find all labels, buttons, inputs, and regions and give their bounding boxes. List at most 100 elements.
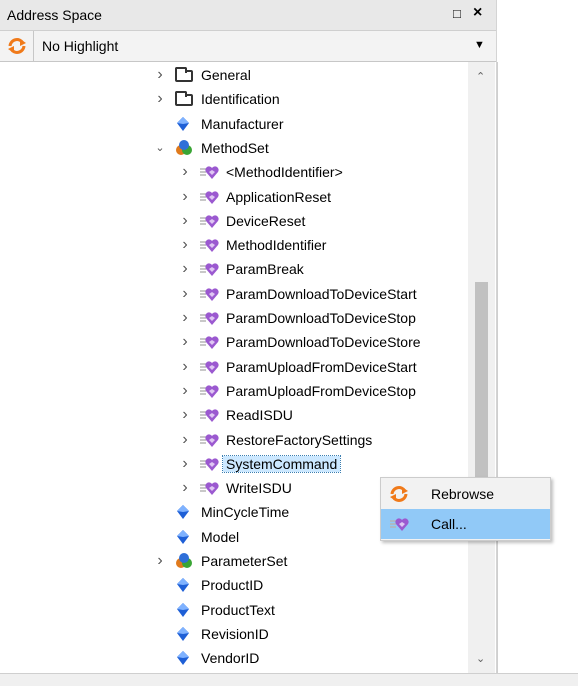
address-space-panel: Address Space □ × No Highlight ▼ › Genera…: [0, 0, 497, 673]
chevron-right-icon[interactable]: ›: [178, 309, 192, 327]
tree-node-label: MethodIdentifier: [226, 237, 327, 254]
refresh-icon[interactable]: [7, 37, 27, 55]
variable-icon: [174, 503, 194, 521]
variable-icon: [174, 601, 194, 619]
tree-scrollbar[interactable]: ⌃ ⌄: [468, 62, 495, 673]
scroll-down-icon[interactable]: ⌄: [476, 652, 485, 665]
method-icon: [199, 382, 219, 400]
tree-node[interactable]: › WriteISDU: [178, 476, 292, 500]
tree-node[interactable]: › ApplicationReset: [178, 185, 331, 209]
tree-node[interactable]: › DeviceReset: [178, 209, 305, 233]
tree-node[interactable]: › ParamDownloadToDeviceStore: [178, 330, 421, 354]
context-menu-item-call[interactable]: Call...: [381, 509, 550, 539]
tree-node-label: ProductID: [201, 577, 264, 594]
chevron-right-icon[interactable]: ›: [178, 188, 192, 206]
refresh-icon: [389, 485, 409, 503]
method-icon: [199, 309, 219, 327]
chevron-right-icon[interactable]: ›: [178, 236, 192, 254]
tree-node-label: RevisionID: [201, 625, 269, 642]
tree-node-label: ApplicationReset: [226, 188, 332, 205]
tree-node[interactable]: ›ProductText: [153, 598, 275, 622]
tree-node[interactable]: › ParamUploadFromDeviceStart: [178, 355, 417, 379]
chevron-right-icon[interactable]: ›: [153, 90, 167, 108]
scroll-up-icon[interactable]: ⌃: [476, 70, 485, 83]
tree-node-label: WriteISDU: [226, 480, 292, 497]
tree-node-label: MinCycleTime: [201, 504, 290, 521]
tree-node[interactable]: ›ProductID: [153, 573, 263, 597]
tree-node[interactable]: › MethodIdentifier: [178, 233, 326, 257]
tree-node-label: ParamDownloadToDeviceStore: [226, 334, 421, 351]
tree-node[interactable]: › RestoreFactorySettings: [178, 428, 372, 452]
toolbar-separator: [33, 31, 34, 61]
variable-icon: [174, 625, 194, 643]
chevron-right-icon[interactable]: ›: [178, 382, 192, 400]
tree-node[interactable]: ›RevisionID: [153, 622, 269, 646]
chevron-right-icon[interactable]: ›: [178, 285, 192, 303]
tree-node[interactable]: ›VendorID: [153, 646, 259, 670]
chevron-right-icon[interactable]: ›: [178, 163, 192, 181]
variable-icon: [174, 528, 194, 546]
tree-node[interactable]: ⌄ MethodSet: [153, 136, 269, 160]
chevron-right-icon[interactable]: ›: [178, 431, 192, 449]
tree-node[interactable]: › General: [153, 63, 250, 87]
tree-node-label: VendorID: [201, 650, 260, 667]
address-space-tree: ›General›Identification›Manufacturer⌄Met…: [0, 62, 496, 673]
tree-node-label: ParamUploadFromDeviceStart: [226, 358, 417, 375]
chevron-right-icon[interactable]: ›: [178, 479, 192, 497]
method-icon: [199, 212, 219, 230]
context-menu-item-rebrowse[interactable]: Rebrowse: [381, 479, 550, 509]
chevron-right-icon[interactable]: ›: [178, 455, 192, 473]
method-icon: [199, 260, 219, 278]
method-icon: [199, 188, 219, 206]
folder-icon: [174, 90, 194, 108]
tree-node-label: ReadISDU: [226, 407, 293, 424]
tree-node-label: ProductText: [201, 601, 275, 618]
method-icon: [199, 358, 219, 376]
method-icon: [199, 285, 219, 303]
tree-node[interactable]: › ParamDownloadToDeviceStop: [178, 306, 416, 330]
context-menu-label: Rebrowse: [431, 486, 495, 502]
tree-node-label: ParamDownloadToDeviceStart: [226, 285, 417, 302]
highlight-select[interactable]: No Highlight: [42, 38, 118, 54]
tree-node[interactable]: › <MethodIdentifier>: [178, 160, 342, 184]
method-icon: [199, 163, 219, 181]
method-icon: [199, 406, 219, 424]
tree-node[interactable]: › ParamUploadFromDeviceStop: [178, 379, 416, 403]
chevron-right-icon[interactable]: ›: [178, 406, 192, 424]
tree-node-label: Identification: [201, 91, 280, 108]
object-icon: [174, 139, 194, 157]
tree-node[interactable]: ›Manufacturer: [153, 112, 283, 136]
method-icon: [199, 431, 219, 449]
tree-node-label: Model: [201, 528, 240, 545]
tree-node[interactable]: › ParamDownloadToDeviceStart: [178, 282, 417, 306]
chevron-right-icon[interactable]: ›: [178, 333, 192, 351]
method-icon: [389, 515, 409, 533]
tree-node[interactable]: › SystemCommand: [178, 452, 342, 476]
tree-node[interactable]: ›Model: [153, 525, 239, 549]
chevron-right-icon[interactable]: ›: [153, 552, 167, 570]
chevron-right-icon[interactable]: ›: [178, 358, 192, 376]
tree-node[interactable]: › ParamBreak: [178, 257, 304, 281]
method-icon: [199, 236, 219, 254]
tree-node[interactable]: ›MinCycleTime: [153, 500, 289, 524]
panel-border: [497, 62, 498, 673]
float-window-icon[interactable]: □: [453, 6, 461, 21]
tree-node-label: RestoreFactorySettings: [226, 431, 373, 448]
method-icon: [199, 333, 219, 351]
status-strip: [0, 673, 578, 686]
chevron-right-icon[interactable]: ›: [178, 212, 192, 230]
variable-icon: [174, 649, 194, 667]
panel-title: Address Space: [7, 7, 102, 23]
tree-node[interactable]: › Identification: [153, 87, 280, 111]
close-panel-button[interactable]: ×: [473, 4, 482, 22]
tree-node-label: ParamUploadFromDeviceStop: [226, 382, 416, 399]
tree-node[interactable]: › ParameterSet: [153, 549, 287, 573]
tree-node-label: ParamBreak: [226, 261, 304, 278]
tree-node[interactable]: › ReadISDU: [178, 403, 293, 427]
chevron-down-icon[interactable]: ▼: [474, 39, 485, 51]
tree-node-label: ParamDownloadToDeviceStop: [226, 310, 416, 326]
panel-titlebar: Address Space □ ×: [0, 0, 496, 31]
chevron-down-icon[interactable]: ⌄: [153, 141, 167, 154]
chevron-right-icon[interactable]: ›: [178, 260, 192, 278]
chevron-right-icon[interactable]: ›: [153, 66, 167, 84]
